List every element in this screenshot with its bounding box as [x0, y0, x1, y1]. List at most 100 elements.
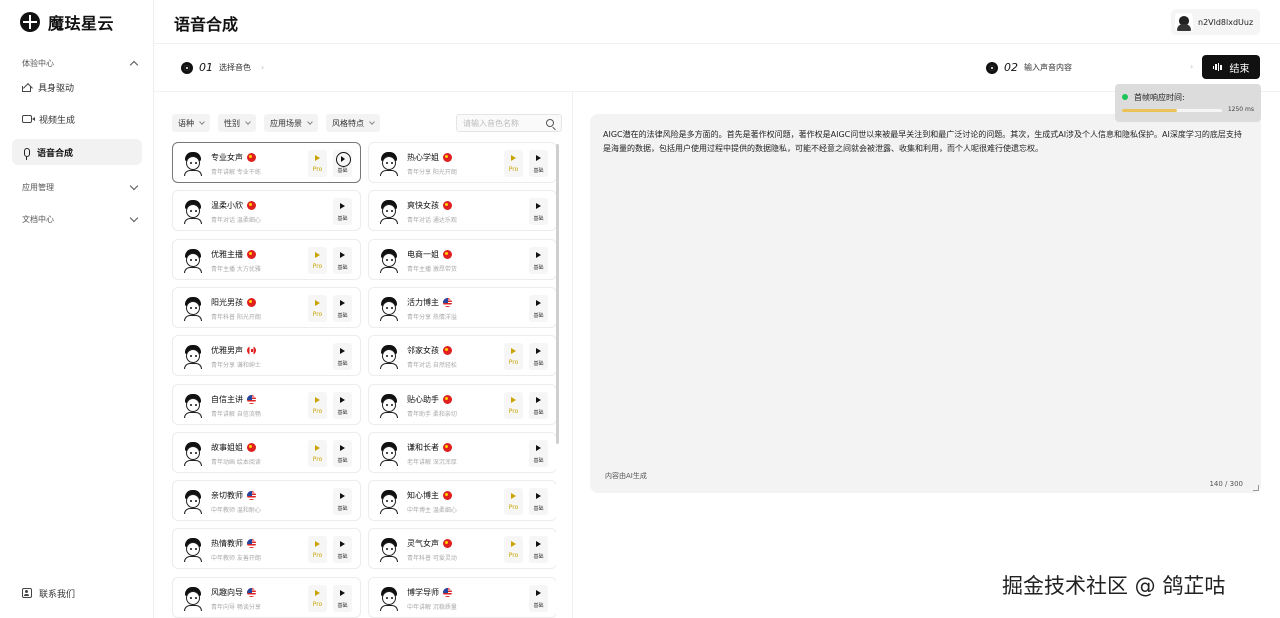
- play-pro-button[interactable]: Pro: [504, 343, 523, 370]
- play-pro-button[interactable]: Pro: [308, 247, 327, 274]
- play-icon: [536, 203, 541, 209]
- play-basic-button[interactable]: 基础: [333, 198, 352, 225]
- voice-name-text: 邻家女孩: [407, 346, 439, 355]
- play-basic-button[interactable]: 基础: [529, 198, 548, 225]
- voice-tags: 青年讲解 自信流畅: [211, 411, 261, 418]
- contact-us-link[interactable]: 联系我们: [12, 580, 142, 606]
- voice-avatar-icon: [181, 441, 205, 466]
- chevron-down-icon: [245, 118, 251, 125]
- play-basic-button[interactable]: 基础: [333, 488, 352, 515]
- play-basic-button[interactable]: 基础: [333, 343, 352, 370]
- step-input-content[interactable]: 02 输入声音内容: [986, 61, 1072, 74]
- sidebar-item-embodied[interactable]: 具身驱动: [12, 74, 142, 100]
- play-basic-button[interactable]: 基础: [529, 247, 548, 274]
- play-icon: [340, 541, 345, 547]
- brand[interactable]: 魔珐星云: [20, 11, 114, 33]
- play-basic-button[interactable]: 基础: [333, 150, 352, 177]
- voice-card[interactable]: 热情教师 中年教师 友善开朗 Pro 基础: [172, 528, 361, 569]
- play-icon: [315, 155, 320, 161]
- sidebar-item-label: 视频生成: [39, 115, 76, 126]
- chevron-down-icon: [307, 118, 313, 125]
- play-basic-button[interactable]: 基础: [333, 295, 352, 322]
- voice-card[interactable]: 谦和长者 老年讲解 深沉浑厚 基础: [368, 432, 556, 473]
- play-basic-button[interactable]: 基础: [333, 247, 352, 274]
- search-input[interactable]: [463, 117, 543, 130]
- play-pro-button[interactable]: Pro: [308, 536, 327, 563]
- nav-group-app-management[interactable]: 应用管理: [12, 177, 143, 197]
- filter-style[interactable]: 风格特点: [326, 114, 380, 132]
- play-basic-button[interactable]: 基础: [333, 585, 352, 612]
- contact-us-label: 联系我们: [39, 589, 76, 600]
- play-basic-button[interactable]: 基础: [333, 536, 352, 563]
- status-dot-icon: [1122, 94, 1128, 100]
- voice-card[interactable]: 风趣向导 青年向导 畅谈分享 Pro 基础: [172, 577, 361, 618]
- user-menu[interactable]: n2Vld8lxdUuz: [1171, 9, 1260, 35]
- filter-gender[interactable]: 性别: [218, 114, 256, 132]
- nav-group-docs[interactable]: 文档中心: [12, 209, 143, 229]
- voice-card[interactable]: 热心学姐 青年分享 阳光开朗 Pro 基础: [368, 142, 556, 183]
- play-basic-button[interactable]: 基础: [529, 150, 548, 177]
- sidebar-item-video[interactable]: 视频生成: [12, 106, 142, 132]
- voice-tags: 青年动画 绘本阅读: [211, 459, 261, 466]
- play-basic-button[interactable]: 基础: [529, 536, 548, 563]
- voice-card[interactable]: 活力博主 青年分享 热情洋溢 基础: [368, 287, 556, 328]
- voice-name-text: 阳光男孩: [211, 298, 243, 307]
- voice-name: 电商一姐: [407, 249, 452, 260]
- voice-card[interactable]: 知心博主 中年博主 温柔细心 Pro 基础: [368, 480, 556, 521]
- play-icon: [511, 397, 516, 403]
- play-pro-button[interactable]: Pro: [308, 585, 327, 612]
- nav-group-experience[interactable]: 体验中心: [12, 53, 143, 73]
- sidebar-item-tts[interactable]: 语音合成: [12, 139, 142, 165]
- filter-label: 语种: [178, 118, 194, 128]
- voice-card[interactable]: 电商一姐 青年主播 激昂带货 基础: [368, 239, 556, 280]
- play-pro-button[interactable]: Pro: [504, 488, 523, 515]
- play-pro-button[interactable]: Pro: [308, 392, 327, 419]
- voice-card[interactable]: 灵气女声 青年科普 可爱灵动 Pro 基础: [368, 528, 556, 569]
- editor-text[interactable]: AIGC潜在的法律风险是多方面的。首先是著作权问题，著作权是AIGC问世以来被最…: [603, 128, 1249, 156]
- search-icon[interactable]: [546, 119, 554, 127]
- basic-label: 基础: [533, 410, 544, 416]
- play-basic-button[interactable]: 基础: [529, 585, 548, 612]
- voice-name-text: 故事姐姐: [211, 443, 243, 452]
- play-pro-button[interactable]: Pro: [308, 150, 327, 177]
- voice-card[interactable]: 优雅主播 青年主播 大方优雅 Pro 基础: [172, 239, 361, 280]
- latency-value: 1250 ms: [1227, 106, 1254, 113]
- play-basic-button[interactable]: 基础: [333, 440, 352, 467]
- text-editor[interactable]: AIGC潜在的法律风险是多方面的。首先是著作权问题，著作权是AIGC问世以来被最…: [590, 114, 1261, 493]
- play-pro-button[interactable]: Pro: [308, 295, 327, 322]
- filter-language[interactable]: 语种: [172, 114, 210, 132]
- voice-name-text: 灵气女声: [407, 539, 439, 548]
- voice-card[interactable]: 专业女声 青年讲解 专业干练 Pro 基础: [172, 142, 361, 183]
- voice-avatar-icon: [377, 248, 401, 273]
- play-basic-button[interactable]: 基础: [529, 343, 548, 370]
- play-pro-button[interactable]: Pro: [308, 440, 327, 467]
- voice-card[interactable]: 邻家女孩 青年对话 自然轻松 Pro 基础: [368, 335, 556, 376]
- play-basic-button[interactable]: 基础: [529, 440, 548, 467]
- step-select-voice[interactable]: 01 选择音色 ›: [181, 61, 264, 74]
- voice-card[interactable]: 自信主讲 青年讲解 自信流畅 Pro 基础: [172, 384, 361, 425]
- voice-name: 热情教师: [211, 538, 256, 549]
- voice-card[interactable]: 博学导师 中年讲解 沉稳质量 基础: [368, 577, 556, 618]
- voice-card[interactable]: 贴心助手 青年助手 柔和亲切 Pro 基础: [368, 384, 556, 425]
- page-title: 语音合成: [174, 15, 239, 34]
- voice-card[interactable]: 优雅男声 青年分享 谦和绅士 基础: [172, 335, 361, 376]
- chevron-down-icon: [199, 118, 205, 125]
- voice-card[interactable]: 阳光男孩 青年科普 阳光开朗 Pro 基础: [172, 287, 361, 328]
- voice-name-text: 热心学姐: [407, 153, 439, 162]
- play-pro-button[interactable]: Pro: [504, 392, 523, 419]
- voice-tags: 青年讲解 专业干练: [211, 169, 261, 176]
- play-basic-button[interactable]: 基础: [529, 392, 548, 419]
- play-pro-button[interactable]: Pro: [504, 536, 523, 563]
- play-pro-button[interactable]: Pro: [504, 150, 523, 177]
- play-basic-button[interactable]: 基础: [333, 392, 352, 419]
- voice-list-scrollbar[interactable]: [556, 144, 559, 444]
- voice-card[interactable]: 亲切教师 中年教师 温和耐心 基础: [172, 480, 361, 521]
- play-basic-button[interactable]: 基础: [529, 488, 548, 515]
- voice-card[interactable]: 故事姐姐青年动画 绘本阅读 Pro 基础: [172, 432, 361, 473]
- filter-scene[interactable]: 应用场景: [264, 114, 318, 132]
- voice-card[interactable]: 温柔小欣 青年对话 温柔细心 基础: [172, 190, 361, 231]
- voice-card[interactable]: 爽快女孩 青年对话 通达乐观 基础: [368, 190, 556, 231]
- end-button[interactable]: 结束: [1202, 55, 1260, 79]
- play-basic-button[interactable]: 基础: [529, 295, 548, 322]
- resize-handle-icon[interactable]: [1253, 485, 1259, 491]
